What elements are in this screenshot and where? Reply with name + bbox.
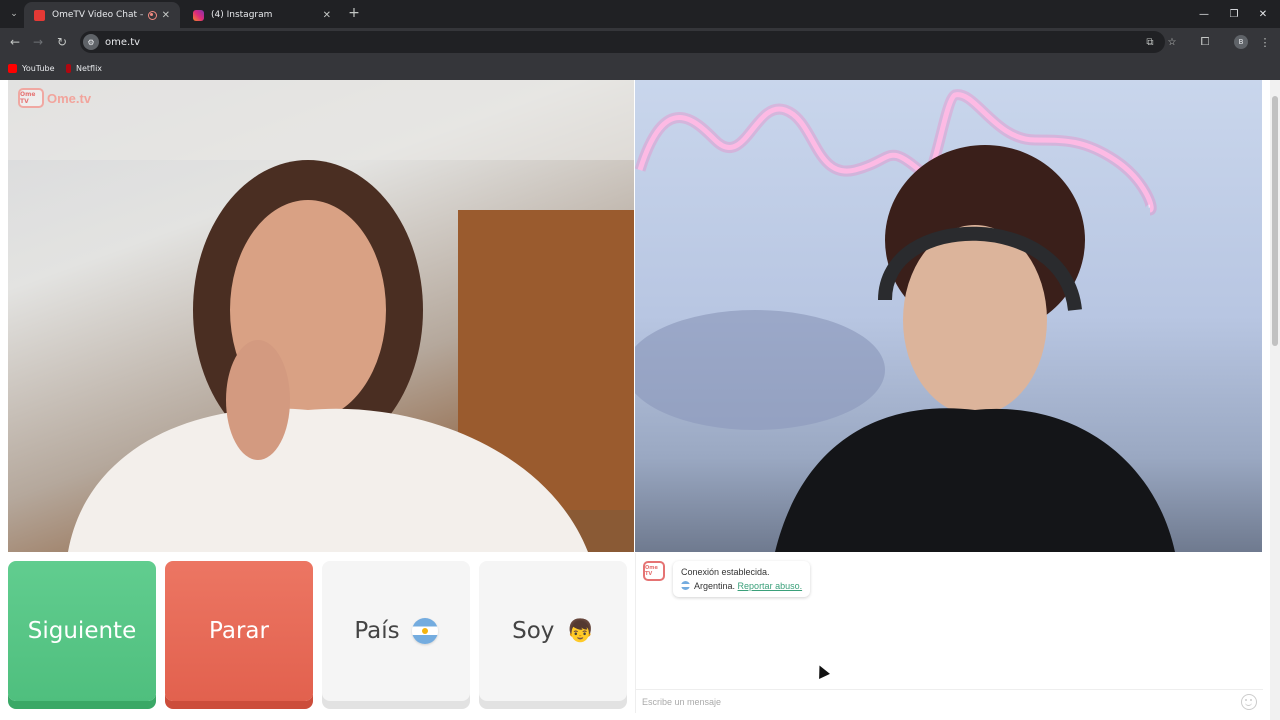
report-abuse-link[interactable]: Reportar abuso.: [738, 581, 803, 591]
scrollbar[interactable]: [1270, 80, 1280, 720]
stop-label: Parar: [209, 618, 269, 644]
stranger-video-frame: [8, 80, 634, 552]
emoji-icon[interactable]: [1241, 694, 1257, 710]
forward-icon[interactable]: →: [28, 32, 48, 52]
stop-button[interactable]: Parar: [165, 561, 313, 701]
ometv-logo: Ome TV Ome.tv: [18, 88, 91, 108]
connection-status: Conexión establecida.: [681, 567, 770, 577]
bookmark-youtube[interactable]: YouTube: [8, 60, 55, 76]
bookmark-star-icon[interactable]: ☆: [1164, 34, 1180, 50]
country-name: Argentina.: [694, 581, 736, 591]
bookmark-label: Netflix: [76, 63, 103, 73]
reload-icon[interactable]: ↻: [52, 32, 72, 52]
new-tab-icon[interactable]: +: [345, 4, 363, 22]
next-label: Siguiente: [27, 618, 137, 644]
tab-search-icon[interactable]: ⌄: [4, 4, 24, 24]
gender-label: Soy: [512, 618, 555, 644]
bookmarks-bar: YouTube Netflix: [0, 56, 1280, 80]
netflix-icon: [66, 63, 71, 73]
self-video-frame: [635, 145, 1175, 552]
recording-icon: [147, 10, 157, 20]
country-label: País: [354, 618, 400, 644]
menu-icon[interactable]: ⋮: [1255, 32, 1275, 52]
profile-button[interactable]: B: [1231, 32, 1251, 52]
message-bar: [636, 689, 1263, 713]
browser-toolbar: ← → ↻ ⚙ ome.tv ⧉ ☆ ⧠ B ⋮: [0, 28, 1280, 56]
boy-face-icon: 👦: [566, 618, 594, 644]
message-input[interactable]: [642, 693, 1222, 711]
mouse-cursor-icon: [814, 663, 830, 679]
ometv-avatar-icon: Ome TV: [643, 561, 665, 581]
site-info-icon[interactable]: ⚙: [83, 34, 99, 50]
bookmark-label: YouTube: [22, 63, 55, 73]
country-line: Argentina. Reportar abuso.: [681, 579, 802, 593]
self-video: [635, 80, 1262, 552]
gender-button[interactable]: Soy 👦: [479, 561, 627, 701]
logo-text: Ome.tv: [47, 90, 92, 106]
bookmark-netflix[interactable]: Netflix: [66, 60, 102, 76]
install-app-icon[interactable]: ⧉: [1142, 34, 1158, 50]
ometv-favicon-icon: [34, 9, 45, 21]
scrollbar-thumb[interactable]: [1272, 96, 1278, 346]
argentina-flag-icon: [681, 581, 690, 590]
minimize-icon[interactable]: —: [1187, 0, 1221, 28]
tab-ometv[interactable]: OmeTV Video Chat — Ome ✕: [24, 2, 180, 28]
tab-title: (4) Instagram: [211, 10, 273, 20]
instagram-favicon-icon: [193, 9, 204, 21]
close-window-icon[interactable]: ✕: [1246, 0, 1280, 28]
stranger-video: Ome TV Ome.tv: [8, 80, 634, 552]
argentina-flag-icon: [411, 618, 438, 644]
chat-panel: Ome TV Conexión establecida. Argentina. …: [635, 553, 1263, 713]
tab-strip: ⌄ OmeTV Video Chat — Ome ✕ (4) Instagram…: [0, 0, 1280, 28]
country-button[interactable]: País: [322, 561, 470, 701]
youtube-icon: [8, 63, 17, 73]
tv-icon: Ome TV: [18, 88, 44, 108]
extensions-icon[interactable]: ⧠: [1195, 32, 1215, 52]
avatar: B: [1234, 35, 1248, 49]
back-icon[interactable]: ←: [5, 32, 25, 52]
close-tab-icon[interactable]: ✕: [323, 10, 331, 21]
address-bar[interactable]: ⚙ ome.tv ⧉ ☆: [80, 31, 1176, 53]
next-button[interactable]: Siguiente: [8, 561, 156, 701]
url-text[interactable]: ome.tv: [105, 37, 140, 48]
system-message: Conexión establecida. Argentina. Reporta…: [673, 561, 811, 597]
tab-title: OmeTV Video Chat — Ome: [52, 10, 143, 20]
tab-instagram[interactable]: (4) Instagram ✕: [183, 2, 341, 28]
close-tab-icon[interactable]: ✕: [162, 10, 170, 21]
